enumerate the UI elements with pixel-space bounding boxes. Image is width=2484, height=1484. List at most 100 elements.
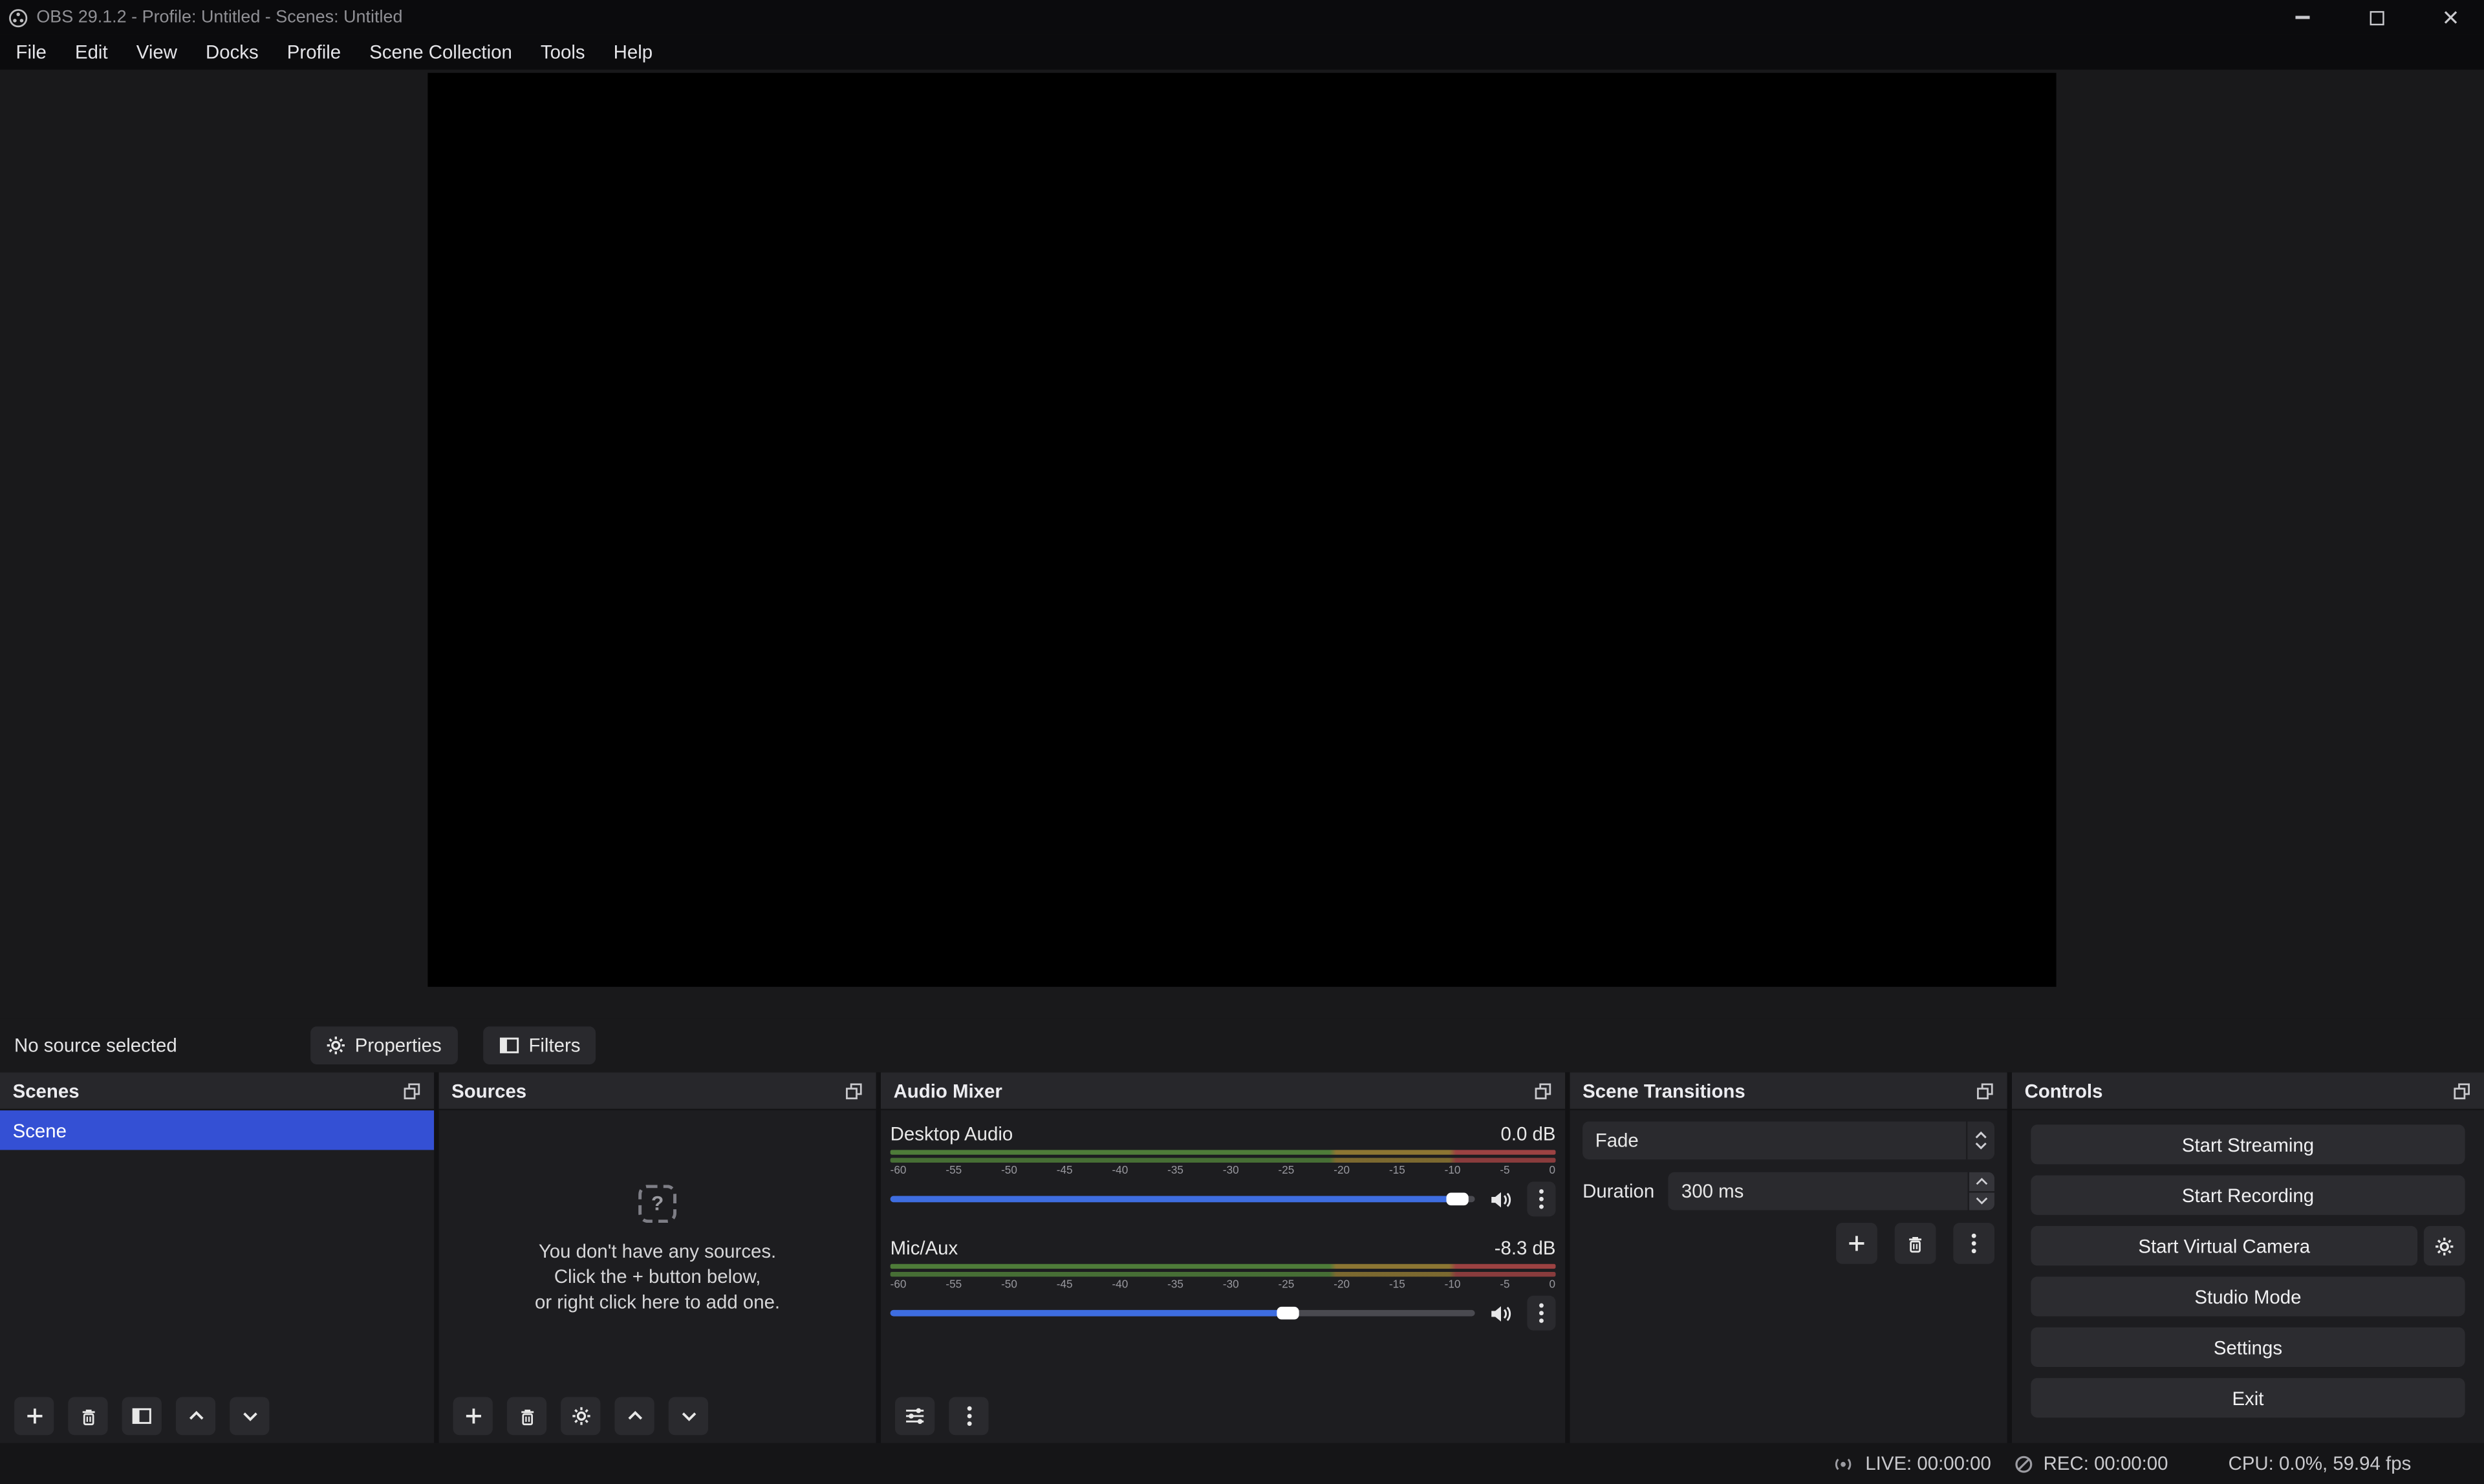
duration-decrement-button[interactable] (1969, 1192, 1994, 1210)
start-recording-button[interactable]: Start Recording (2031, 1176, 2465, 1215)
filters-label: Filters (528, 1035, 580, 1057)
mixer-channel-mic-aux: Mic/Aux -8.3 dB -60-55-50-45-40-35-30-25… (891, 1234, 1556, 1330)
exit-button[interactable]: Exit (2031, 1378, 2465, 1417)
volume-slider-handle[interactable] (1277, 1307, 1299, 1320)
start-virtual-camera-button[interactable]: Start Virtual Camera (2031, 1226, 2417, 1265)
scenes-header[interactable]: Scenes (0, 1072, 434, 1110)
chevron-down-icon (240, 1406, 259, 1425)
empty-line: Click the + button below, (554, 1264, 761, 1289)
volume-meter (891, 1150, 1556, 1163)
sources-list[interactable]: ? You don't have any sources. Click the … (439, 1110, 876, 1389)
menu-file[interactable]: File (1, 35, 60, 70)
menu-profile[interactable]: Profile (273, 35, 355, 70)
preview-canvas[interactable] (427, 73, 2056, 987)
rec-status: REC: 00:00:00 (2013, 1452, 2168, 1474)
kebab-icon (1539, 1302, 1545, 1324)
channel-options-button[interactable] (1527, 1181, 1555, 1216)
properties-label: Properties (355, 1035, 442, 1057)
properties-button[interactable]: Properties (310, 1026, 457, 1064)
transition-select[interactable]: Fade (1582, 1121, 1994, 1159)
mixer-popout-button[interactable] (1533, 1081, 1552, 1100)
scenes-panel: Scenes Scene (0, 1072, 434, 1443)
meter-scale: -60-55-50-45-40-35-30-25-20-15-10-50 (891, 1164, 1556, 1179)
source-properties-button[interactable] (561, 1397, 600, 1436)
menu-docks[interactable]: Docks (191, 35, 273, 70)
scene-list-item[interactable]: Scene (0, 1110, 434, 1150)
remove-transition-button[interactable] (1895, 1223, 1936, 1264)
popout-icon (1533, 1081, 1552, 1100)
kebab-icon (1971, 1232, 1977, 1254)
volume-slider[interactable] (891, 1196, 1475, 1202)
scene-transitions-panel: Scene Transitions Fade Duration 300 ms (1570, 1072, 2007, 1443)
scene-move-down-button[interactable] (230, 1397, 269, 1436)
controls-popout-button[interactable] (2452, 1081, 2471, 1100)
empty-line: or right click here to add one. (535, 1289, 780, 1315)
question-icon: ? (638, 1185, 676, 1223)
kebab-icon (966, 1405, 972, 1427)
close-button[interactable] (2417, 0, 2484, 35)
sources-header[interactable]: Sources (439, 1072, 876, 1110)
transition-options-button[interactable] (1953, 1223, 1994, 1264)
studio-mode-button[interactable]: Studio Mode (2031, 1276, 2465, 1316)
filters-button[interactable]: Filters (482, 1026, 596, 1064)
menu-help[interactable]: Help (599, 35, 667, 70)
plus-icon (25, 1406, 43, 1425)
record-inactive-icon (2013, 1454, 2034, 1474)
virtual-camera-settings-button[interactable] (2424, 1226, 2465, 1265)
chevron-up-icon (186, 1406, 205, 1425)
start-streaming-button[interactable]: Start Streaming (2031, 1124, 2465, 1164)
scene-move-up-button[interactable] (176, 1397, 215, 1436)
channel-volume-db: -8.3 dB (1495, 1236, 1556, 1258)
sources-popout-button[interactable] (845, 1081, 863, 1100)
audio-mixer-panel: Audio Mixer Desktop Audio 0.0 dB -60-55-… (881, 1072, 1565, 1443)
gear-icon (571, 1406, 590, 1425)
sources-empty-state: ? You don't have any sources. Click the … (439, 1110, 876, 1389)
mixer-header[interactable]: Audio Mixer (881, 1072, 1565, 1110)
menu-edit[interactable]: Edit (61, 35, 122, 70)
maximize-button[interactable] (2343, 0, 2410, 35)
mute-button[interactable] (1489, 1303, 1513, 1324)
scenes-list: Scene (0, 1110, 434, 1389)
transition-selected-value: Fade (1595, 1130, 1639, 1152)
remove-source-button[interactable] (507, 1397, 546, 1436)
filters-icon (499, 1036, 519, 1055)
scenes-popout-button[interactable] (402, 1081, 421, 1100)
titlebar: OBS 29.1.2 - Profile: Untitled - Scenes:… (0, 0, 2484, 35)
volume-slider[interactable] (891, 1310, 1475, 1317)
duration-spinbox[interactable]: 300 ms (1669, 1172, 1994, 1210)
transitions-header[interactable]: Scene Transitions (1570, 1072, 2007, 1110)
cpu-fps-stats: CPU: 0.0%, 59.94 fps (2229, 1452, 2412, 1474)
mixer-options-button[interactable] (949, 1397, 988, 1436)
obs-window: OBS 29.1.2 - Profile: Untitled - Scenes:… (0, 0, 2484, 1484)
menu-tools[interactable]: Tools (526, 35, 599, 70)
transitions-popout-button[interactable] (1976, 1081, 1994, 1100)
menubar: File Edit View Docks Profile Scene Colle… (0, 35, 2484, 70)
plus-icon (1847, 1234, 1866, 1253)
minimize-button[interactable] (2269, 0, 2335, 35)
channel-name: Mic/Aux (891, 1236, 958, 1258)
duration-increment-button[interactable] (1969, 1172, 1994, 1190)
docks: Scenes Scene Sources (0, 1072, 2484, 1443)
channel-options-button[interactable] (1527, 1296, 1555, 1331)
add-scene-button[interactable] (14, 1397, 54, 1436)
volume-slider-handle[interactable] (1446, 1193, 1468, 1206)
trash-icon (517, 1406, 536, 1426)
popout-icon (845, 1081, 863, 1100)
chevron-up-icon (625, 1406, 643, 1425)
gear-icon (327, 1036, 345, 1055)
scene-filters-button[interactable] (122, 1397, 162, 1436)
controls-header[interactable]: Controls (2012, 1072, 2484, 1110)
remove-scene-button[interactable] (68, 1397, 107, 1436)
advanced-audio-button[interactable] (895, 1397, 934, 1436)
menu-scene-collection[interactable]: Scene Collection (355, 35, 526, 70)
add-transition-button[interactable] (1836, 1223, 1877, 1264)
menu-view[interactable]: View (122, 35, 191, 70)
settings-button[interactable]: Settings (2031, 1328, 2465, 1367)
popout-icon (2452, 1081, 2471, 1100)
add-source-button[interactable] (453, 1397, 493, 1436)
duration-label: Duration (1582, 1180, 1654, 1202)
sources-title: Sources (451, 1079, 526, 1101)
mute-button[interactable] (1489, 1188, 1513, 1209)
source-move-down-button[interactable] (669, 1397, 708, 1436)
source-move-up-button[interactable] (614, 1397, 654, 1436)
